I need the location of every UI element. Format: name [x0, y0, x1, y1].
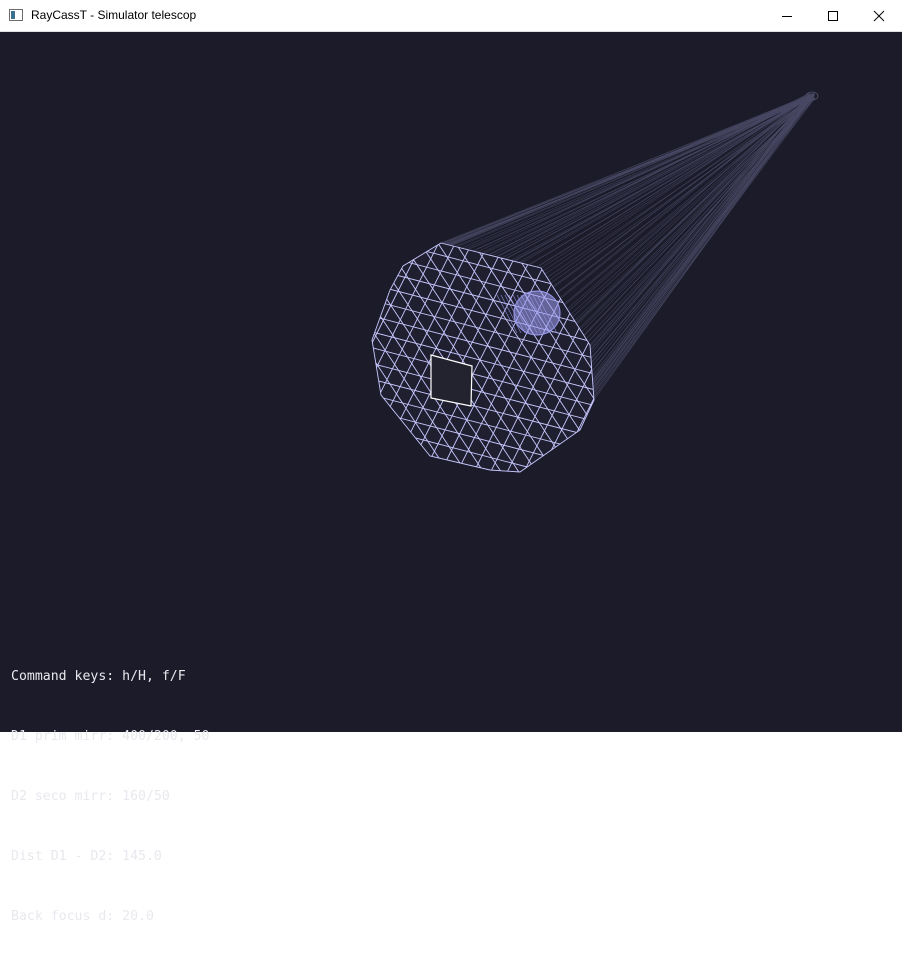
maximize-button[interactable] [810, 0, 856, 31]
minimize-icon [781, 10, 793, 22]
app-icon[interactable] [9, 9, 23, 21]
hud-line-back-focus: Back focus d: 20.0 [11, 907, 210, 927]
window-title: RayCassT - Simulator telescop [31, 8, 196, 22]
hud-line-secondary-mirror: D2 seco mirr: 160/50 [11, 787, 210, 807]
title-bar[interactable]: RayCassT - Simulator telescop [0, 0, 902, 32]
primary-mirror-grid [198, 80, 762, 640]
app-window: RayCassT - Simulator telescop Command ke… [0, 0, 902, 732]
hud-panel: Command keys: h/H, f/F D1 prim mirr: 400… [11, 627, 210, 967]
close-button[interactable] [856, 0, 902, 31]
hud-line-primary-mirror: D1 prim mirr: 400/200, 50 [11, 727, 210, 747]
close-icon [873, 10, 885, 22]
minimize-button[interactable] [764, 0, 810, 31]
hud-line-command-keys: Command keys: h/H, f/F [11, 667, 210, 687]
maximize-icon [827, 10, 839, 22]
hud-line-distance: Dist D1 - D2: 145.0 [11, 847, 210, 867]
